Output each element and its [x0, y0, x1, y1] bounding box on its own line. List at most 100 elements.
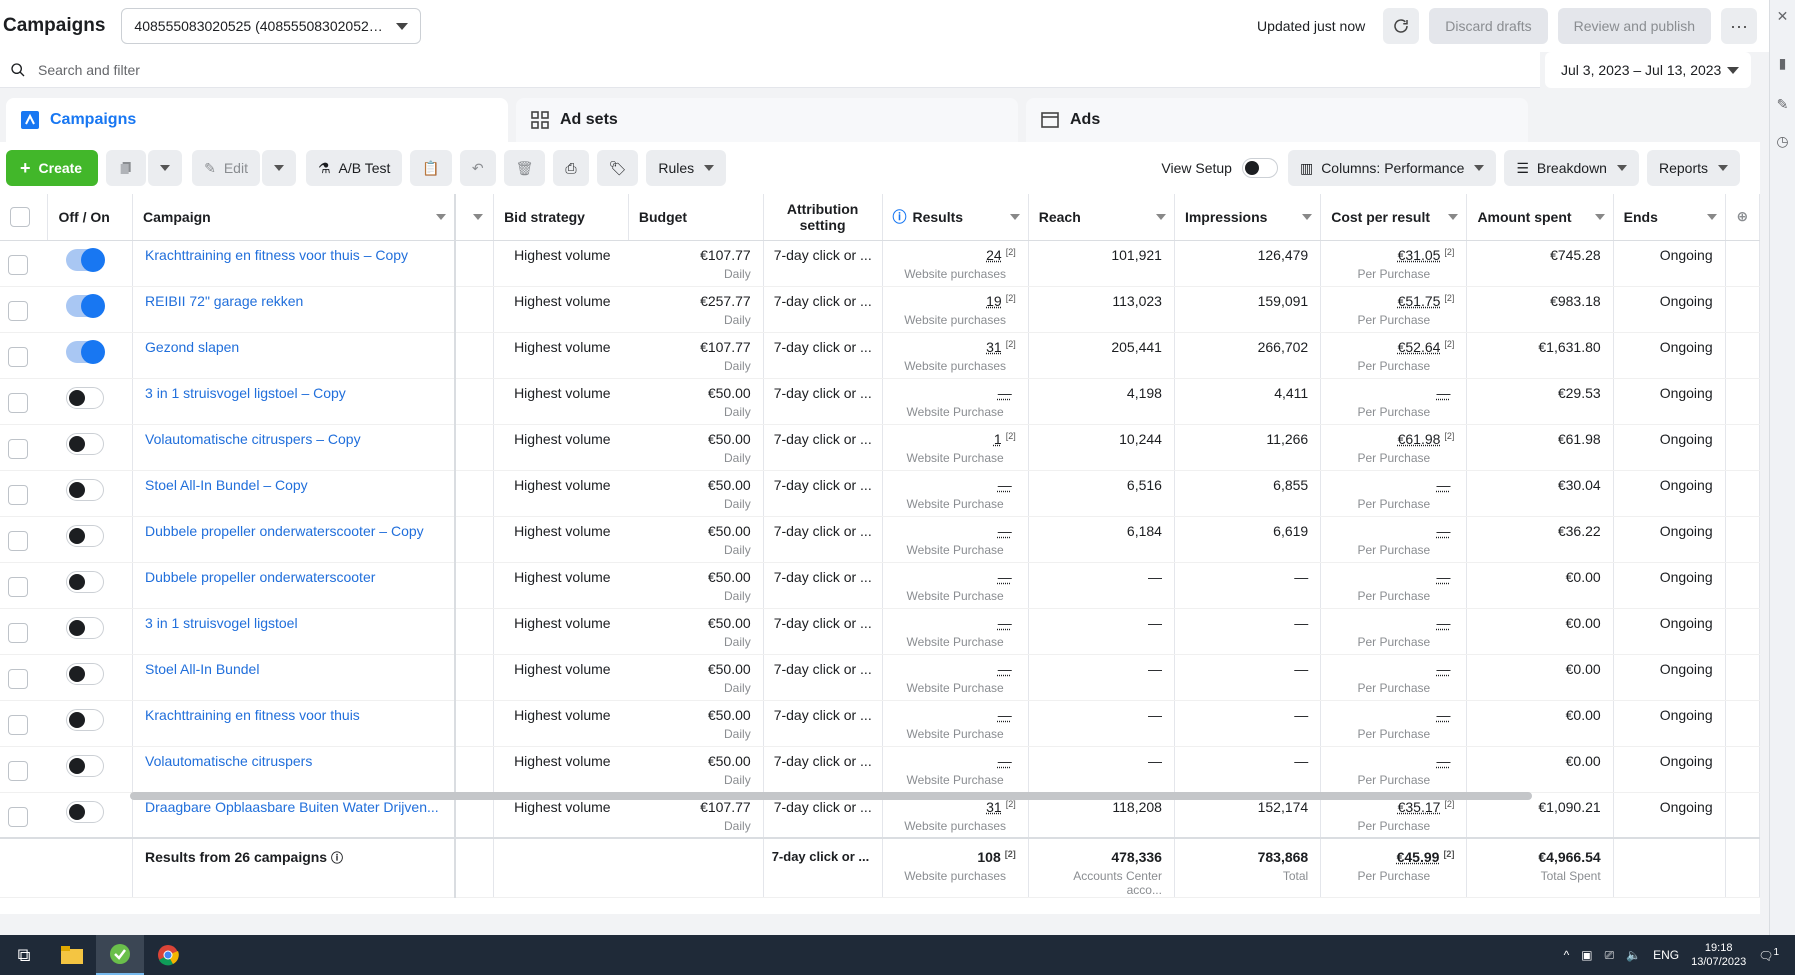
results-value[interactable]: 31	[986, 339, 1002, 355]
pencil-icon[interactable]: ✎	[1770, 96, 1795, 113]
campaign-toggle[interactable]	[65, 570, 104, 593]
cpr-value[interactable]: —	[1436, 661, 1450, 677]
device-icon[interactable]: ▣	[1581, 948, 1592, 962]
table-row[interactable]: REIBII 72" garage rekken Highest volume …	[0, 286, 1760, 333]
results-value[interactable]: —	[998, 385, 1012, 401]
language-indicator[interactable]: ENG	[1653, 948, 1679, 962]
table-row[interactable]: Krachttraining en fitness voor thuis – C…	[0, 240, 1760, 287]
cpr-value[interactable]: —	[1436, 385, 1450, 401]
campaign-toggle[interactable]	[65, 478, 104, 501]
table-row[interactable]: Stoel All-In Bundel Highest volume €50.0…	[0, 654, 1760, 701]
campaign-name-link[interactable]: REIBII 72" garage rekken	[145, 293, 442, 309]
campaign-toggle[interactable]	[65, 247, 105, 272]
row-checkbox[interactable]	[8, 806, 28, 827]
summary-cpr-value[interactable]: €45.99	[1397, 849, 1440, 865]
col-header-attribution[interactable]: Attribution setting	[763, 194, 883, 241]
add-column-button[interactable]: ⊕	[1725, 194, 1760, 241]
edit-dropdown[interactable]	[261, 150, 296, 186]
history-icon[interactable]: ◷	[1770, 133, 1795, 150]
table-row[interactable]: Gezond slapen Highest volume €107.77 Dail…	[0, 332, 1760, 379]
clipboard-button[interactable]: 📋	[410, 150, 452, 186]
results-value[interactable]: —	[998, 569, 1012, 585]
chart-icon[interactable]: ▮	[1770, 55, 1795, 72]
view-setup-toggle[interactable]	[1241, 158, 1278, 178]
review-publish-button[interactable]: Review and publish	[1557, 8, 1711, 44]
campaign-name-link[interactable]: Krachttraining en fitness voor thuis – C…	[145, 247, 442, 263]
campaign-toggle[interactable]	[65, 432, 104, 455]
campaign-name-link[interactable]: 3 in 1 struisvogel ligstoel	[145, 615, 442, 631]
more-options-button[interactable]: ···	[1721, 8, 1757, 44]
table-row[interactable]: Volautomatische citruspers – Copy Highes…	[0, 424, 1760, 471]
campaign-toggle[interactable]	[65, 524, 104, 547]
account-selector[interactable]: 408555083020525 (40855508302052…	[121, 8, 422, 44]
row-checkbox[interactable]	[8, 484, 28, 505]
search-input[interactable]: Search and filter	[0, 52, 1540, 88]
col-header-bid-strategy[interactable]: Bid strategy	[493, 194, 629, 241]
row-checkbox[interactable]	[8, 668, 28, 689]
clock[interactable]: 19:18 13/07/2023	[1691, 941, 1746, 969]
row-checkbox[interactable]	[8, 530, 28, 551]
task-view-icon[interactable]: ⧉	[0, 935, 48, 975]
discard-drafts-button[interactable]: Discard drafts	[1429, 8, 1548, 44]
campaign-name-link[interactable]: Gezond slapen	[145, 339, 442, 355]
campaign-toggle[interactable]	[65, 754, 104, 777]
campaign-name-link[interactable]: 3 in 1 struisvogel ligstoel – Copy	[145, 385, 442, 401]
cpr-value[interactable]: €35.17	[1398, 799, 1441, 815]
table-row[interactable]: 3 in 1 struisvogel ligstoel Highest volu…	[0, 608, 1760, 655]
results-value[interactable]: —	[998, 615, 1012, 631]
chrome-icon[interactable]	[144, 935, 192, 975]
results-value[interactable]: 1	[994, 431, 1002, 447]
campaign-name-link[interactable]: Krachttraining en fitness voor thuis	[145, 707, 442, 723]
campaign-toggle[interactable]	[65, 339, 105, 364]
delete-button[interactable]: 🗑	[503, 150, 546, 186]
tab-ads[interactable]: Ads	[1026, 98, 1528, 142]
results-value[interactable]: —	[998, 477, 1012, 493]
date-range-picker[interactable]: Jul 3, 2023 – Jul 13, 2023	[1545, 52, 1751, 88]
horizontal-scrollbar[interactable]	[130, 792, 1532, 800]
col-header-budget[interactable]: Budget	[628, 194, 764, 241]
tag-button[interactable]: 🏷	[596, 150, 639, 186]
create-button[interactable]: + Create	[6, 150, 99, 186]
chevron-up-icon[interactable]: ^	[1564, 948, 1570, 962]
col-header-collapse[interactable]	[453, 194, 495, 241]
cpr-value[interactable]: €61.98	[1398, 431, 1441, 447]
results-value[interactable]: 24	[986, 247, 1002, 263]
cpr-value[interactable]: —	[1436, 523, 1450, 539]
campaign-name-link[interactable]: Volautomatische citruspers	[145, 753, 442, 769]
col-header-impressions[interactable]: Impressions	[1174, 194, 1322, 241]
edit-button[interactable]: ✎ Edit	[192, 150, 260, 186]
ab-test-button[interactable]: ⚗ A/B Test	[305, 150, 403, 186]
row-checkbox[interactable]	[8, 622, 28, 643]
reports-button[interactable]: Reports	[1646, 150, 1740, 186]
campaign-name-link[interactable]: Draagbare Opblaasbare Buiten Water Drijv…	[145, 799, 442, 815]
refresh-button[interactable]	[1383, 8, 1420, 44]
campaign-name-link[interactable]: Dubbele propeller onderwaterscooter – Co…	[145, 523, 442, 539]
row-checkbox[interactable]	[8, 576, 28, 597]
campaign-name-link[interactable]: Volautomatische citruspers – Copy	[145, 431, 442, 447]
row-checkbox[interactable]	[8, 346, 28, 367]
results-value[interactable]: —	[998, 661, 1012, 677]
campaign-toggle[interactable]	[65, 386, 104, 409]
campaign-toggle[interactable]	[65, 616, 104, 639]
close-icon[interactable]: ✕	[1770, 8, 1795, 25]
rules-button[interactable]: Rules	[646, 150, 727, 186]
col-header-off-on[interactable]: Off / On	[47, 194, 134, 241]
network-icon[interactable]: ⎚	[1605, 948, 1615, 963]
campaign-name-link[interactable]: Stoel All-In Bundel – Copy	[145, 477, 442, 493]
campaign-toggle[interactable]	[65, 800, 104, 823]
cpr-value[interactable]: —	[1436, 753, 1450, 769]
preview-button[interactable]: ⎙	[553, 150, 589, 186]
cpr-value[interactable]: —	[1436, 615, 1450, 631]
campaign-name-link[interactable]: Stoel All-In Bundel	[145, 661, 442, 677]
results-value[interactable]: —	[998, 523, 1012, 539]
volume-icon[interactable]: 🔈	[1626, 948, 1641, 962]
results-value[interactable]: —	[998, 707, 1012, 723]
columns-button[interactable]: ▥ Columns: Performance	[1287, 150, 1497, 186]
breakdown-button[interactable]: ☰ Breakdown	[1504, 150, 1639, 186]
duplicate-button[interactable]	[106, 150, 147, 186]
cpr-value[interactable]: €52.64	[1398, 339, 1441, 355]
cpr-value[interactable]: —	[1436, 707, 1450, 723]
file-explorer-icon[interactable]	[48, 935, 96, 975]
app-icon[interactable]	[96, 935, 144, 975]
table-row[interactable]: 3 in 1 struisvogel ligstoel – Copy Highe…	[0, 378, 1760, 425]
